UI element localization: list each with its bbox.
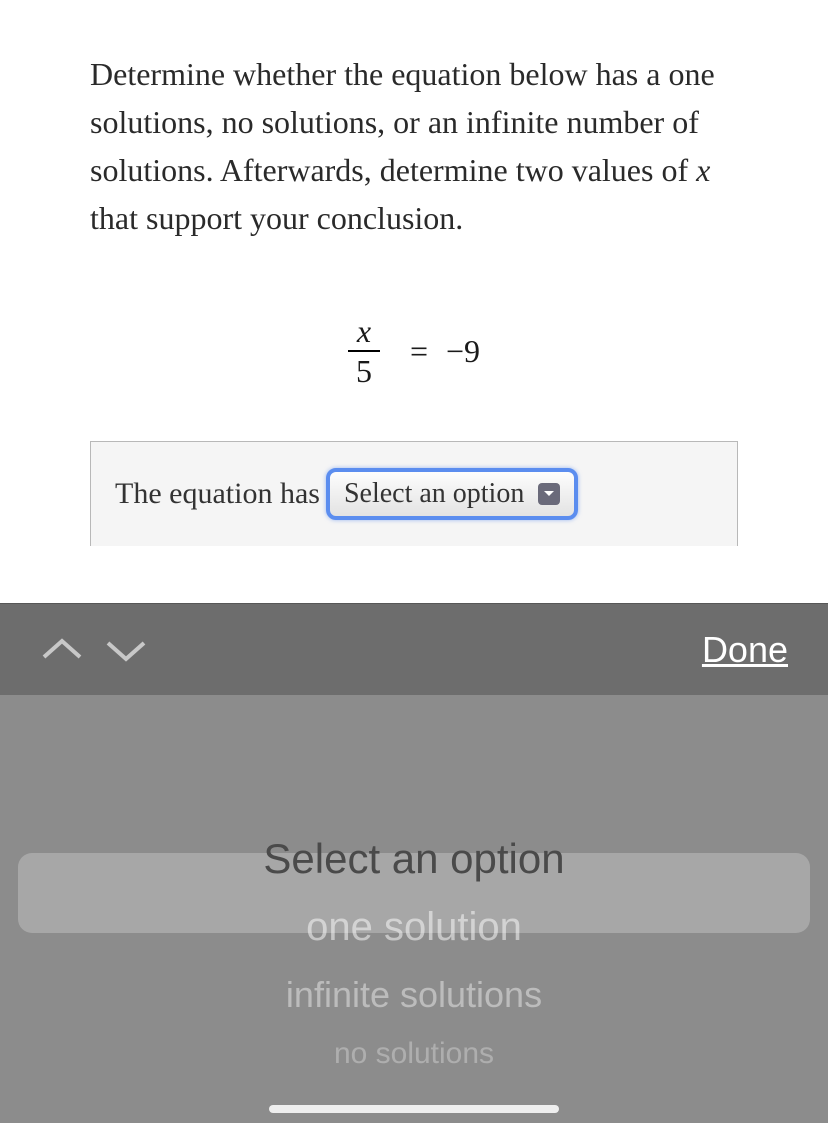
chevron-up-icon[interactable] [40, 635, 84, 665]
question-prompt: Determine whether the equation below has… [90, 50, 738, 242]
chevron-down-icon[interactable] [104, 635, 148, 665]
picker-option[interactable]: Select an option [0, 825, 828, 893]
fraction-denominator: 5 [348, 350, 380, 390]
home-indicator [269, 1105, 559, 1113]
answer-prefix: The equation has [115, 477, 320, 511]
answer-select[interactable]: Select an option [326, 468, 578, 520]
equals-sign: = [410, 333, 428, 369]
question-area: Determine whether the equation below has… [0, 0, 828, 546]
prompt-suffix: that support your conclusion. [90, 200, 463, 236]
answer-box: The equation has Select an option [90, 441, 738, 546]
done-button[interactable]: Done [702, 629, 788, 671]
picker-wheel[interactable]: Select an option one solution infinite s… [0, 695, 828, 1123]
picker-option[interactable]: infinite solutions [0, 961, 828, 1029]
fraction-numerator: x [348, 312, 380, 350]
chevron-down-icon [538, 483, 560, 505]
equation-display: x 5 = −9 [90, 312, 738, 391]
picker-option[interactable]: no solutions [0, 1029, 828, 1079]
form-nav-arrows [40, 635, 148, 665]
picker-list: Select an option one solution infinite s… [0, 825, 828, 1079]
prompt-variable: x [696, 152, 710, 188]
picker-toolbar: Done [0, 603, 828, 695]
picker-option[interactable]: one solution [0, 893, 828, 961]
fraction: x 5 [348, 312, 380, 391]
select-value: Select an option [344, 478, 524, 510]
equation-rhs: −9 [446, 333, 480, 369]
prompt-prefix: Determine whether the equation below has… [90, 56, 715, 188]
